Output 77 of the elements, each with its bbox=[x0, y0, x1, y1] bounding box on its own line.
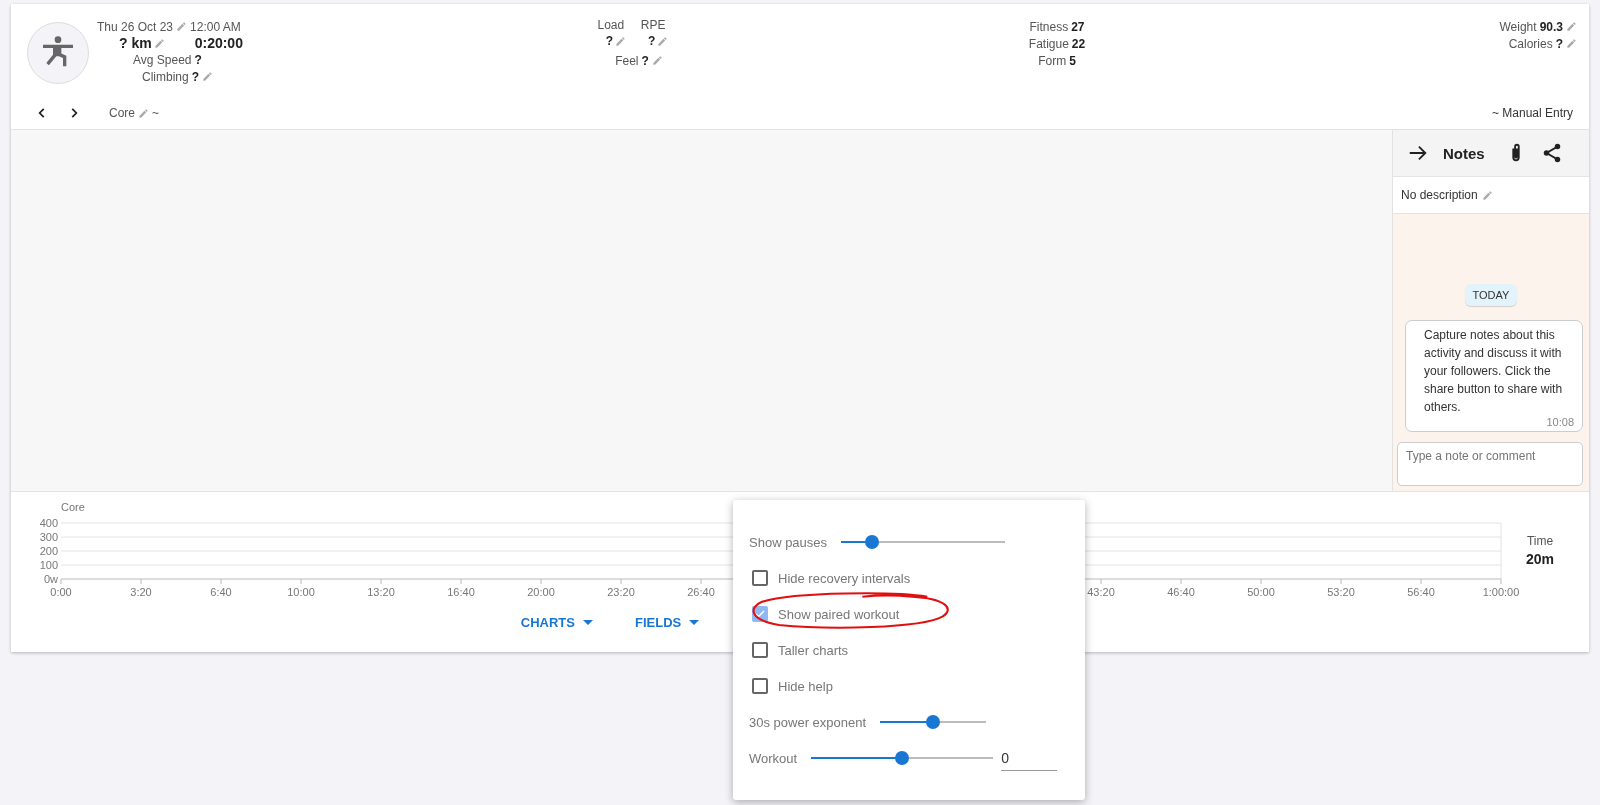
axis-label: 200 bbox=[39, 545, 58, 557]
axis-label: 13:20 bbox=[367, 586, 395, 596]
checkbox[interactable] bbox=[752, 678, 768, 694]
stat-label: Form bbox=[1038, 53, 1067, 68]
stat-value: ? bbox=[648, 34, 656, 48]
axis-label: 16:40 bbox=[447, 586, 475, 596]
dropdown-button[interactable]: FIELDS bbox=[628, 611, 706, 634]
stat-value: ? bbox=[191, 69, 200, 84]
stat-value: ? bbox=[605, 34, 613, 48]
stat-label: Fitness bbox=[1029, 19, 1069, 34]
stat-value: 90.3 bbox=[1539, 19, 1563, 34]
axis-label: 300 bbox=[39, 531, 58, 543]
stat-value: 5 bbox=[1069, 53, 1076, 68]
axis-label: 400 bbox=[39, 517, 58, 529]
message-time: 10:08 bbox=[1546, 416, 1574, 428]
setting-label: Show paired workout bbox=[778, 606, 900, 622]
stat-value: ? bbox=[194, 52, 202, 67]
slider-thumb[interactable] bbox=[926, 715, 941, 729]
axis-label: 0w bbox=[43, 573, 58, 585]
day-chip: TODAY bbox=[1464, 284, 1518, 306]
checkmark-icon bbox=[754, 608, 766, 620]
caret-icon bbox=[582, 619, 593, 626]
activity-time: 12:00 AM bbox=[190, 19, 241, 34]
checkbox[interactable] bbox=[752, 570, 768, 586]
stat-label: Time bbox=[1526, 534, 1554, 548]
axis-label: 53:20 bbox=[1327, 586, 1355, 596]
setting-label: Taller charts bbox=[778, 642, 849, 658]
axis-label: 50:00 bbox=[1247, 586, 1275, 596]
stat-value: 22 bbox=[1071, 36, 1086, 51]
checkbox[interactable] bbox=[752, 642, 768, 658]
entry-source: ~ Manual Entry bbox=[1491, 106, 1574, 120]
activity-type-suffix: ~ bbox=[152, 106, 160, 120]
setting-label: Hide help bbox=[778, 678, 833, 694]
axis-label: 3:20 bbox=[130, 586, 152, 596]
setting-label: Show pauses bbox=[749, 534, 828, 550]
note-input[interactable]: Type a note or comment bbox=[1397, 442, 1583, 486]
caret-icon bbox=[689, 619, 700, 626]
message-text: Capture notes about this activity and discuss it with your followers. Click the share button to share with others. bbox=[1424, 327, 1564, 416]
stat-value: ? bbox=[1555, 36, 1563, 51]
setting-label: Workout bbox=[749, 750, 798, 766]
distance-value: ? km bbox=[119, 35, 152, 51]
slider-thumb[interactable] bbox=[865, 535, 880, 549]
axis-label: 1:00:00 bbox=[1482, 586, 1520, 596]
stat-label: Calories bbox=[1508, 36, 1553, 51]
stat-label: Climbing bbox=[142, 69, 189, 84]
stat-value: 27 bbox=[1071, 19, 1085, 34]
stat-label: Weight bbox=[1499, 19, 1537, 34]
setting-label: 30s power exponent bbox=[749, 714, 867, 730]
stat-label: RPE bbox=[640, 18, 666, 32]
axis-label: 0:00 bbox=[50, 586, 72, 596]
slider-track[interactable] bbox=[811, 751, 994, 765]
stat-label: Avg Speed bbox=[133, 52, 192, 67]
description-text: No description bbox=[1401, 188, 1478, 202]
duration-value: 0:20:00 bbox=[194, 35, 243, 51]
stat-label: Fatigue bbox=[1028, 36, 1069, 51]
stat-value: ? bbox=[641, 53, 649, 68]
axis-label: 100 bbox=[39, 559, 58, 571]
axis-label: 10:00 bbox=[287, 586, 315, 596]
slider-thumb[interactable] bbox=[895, 751, 910, 765]
axis-label: 20:00 bbox=[527, 586, 555, 596]
stat-label: Feel bbox=[615, 53, 639, 68]
axis-label: 26:40 bbox=[687, 586, 715, 596]
slider-track[interactable] bbox=[880, 715, 987, 729]
axis-label: 56:40 bbox=[1407, 586, 1435, 596]
activity-type: Core bbox=[109, 106, 135, 120]
chart-title: Core bbox=[61, 501, 85, 513]
axis-label: 23:20 bbox=[607, 586, 635, 596]
slider-track[interactable] bbox=[841, 535, 1006, 549]
dropdown-button[interactable]: CHARTS bbox=[514, 611, 599, 634]
axis-label: 6:40 bbox=[210, 586, 232, 596]
axis-label: 43:20 bbox=[1087, 586, 1115, 596]
notes-title: Notes bbox=[1443, 144, 1485, 162]
setting-label: Hide recovery intervals bbox=[778, 570, 911, 586]
stat-value: 20m bbox=[1526, 551, 1555, 567]
activity-date: Thu 26 Oct 23 bbox=[97, 19, 174, 34]
axis-label: 46:40 bbox=[1167, 586, 1195, 596]
stat-label: Load bbox=[597, 18, 625, 32]
